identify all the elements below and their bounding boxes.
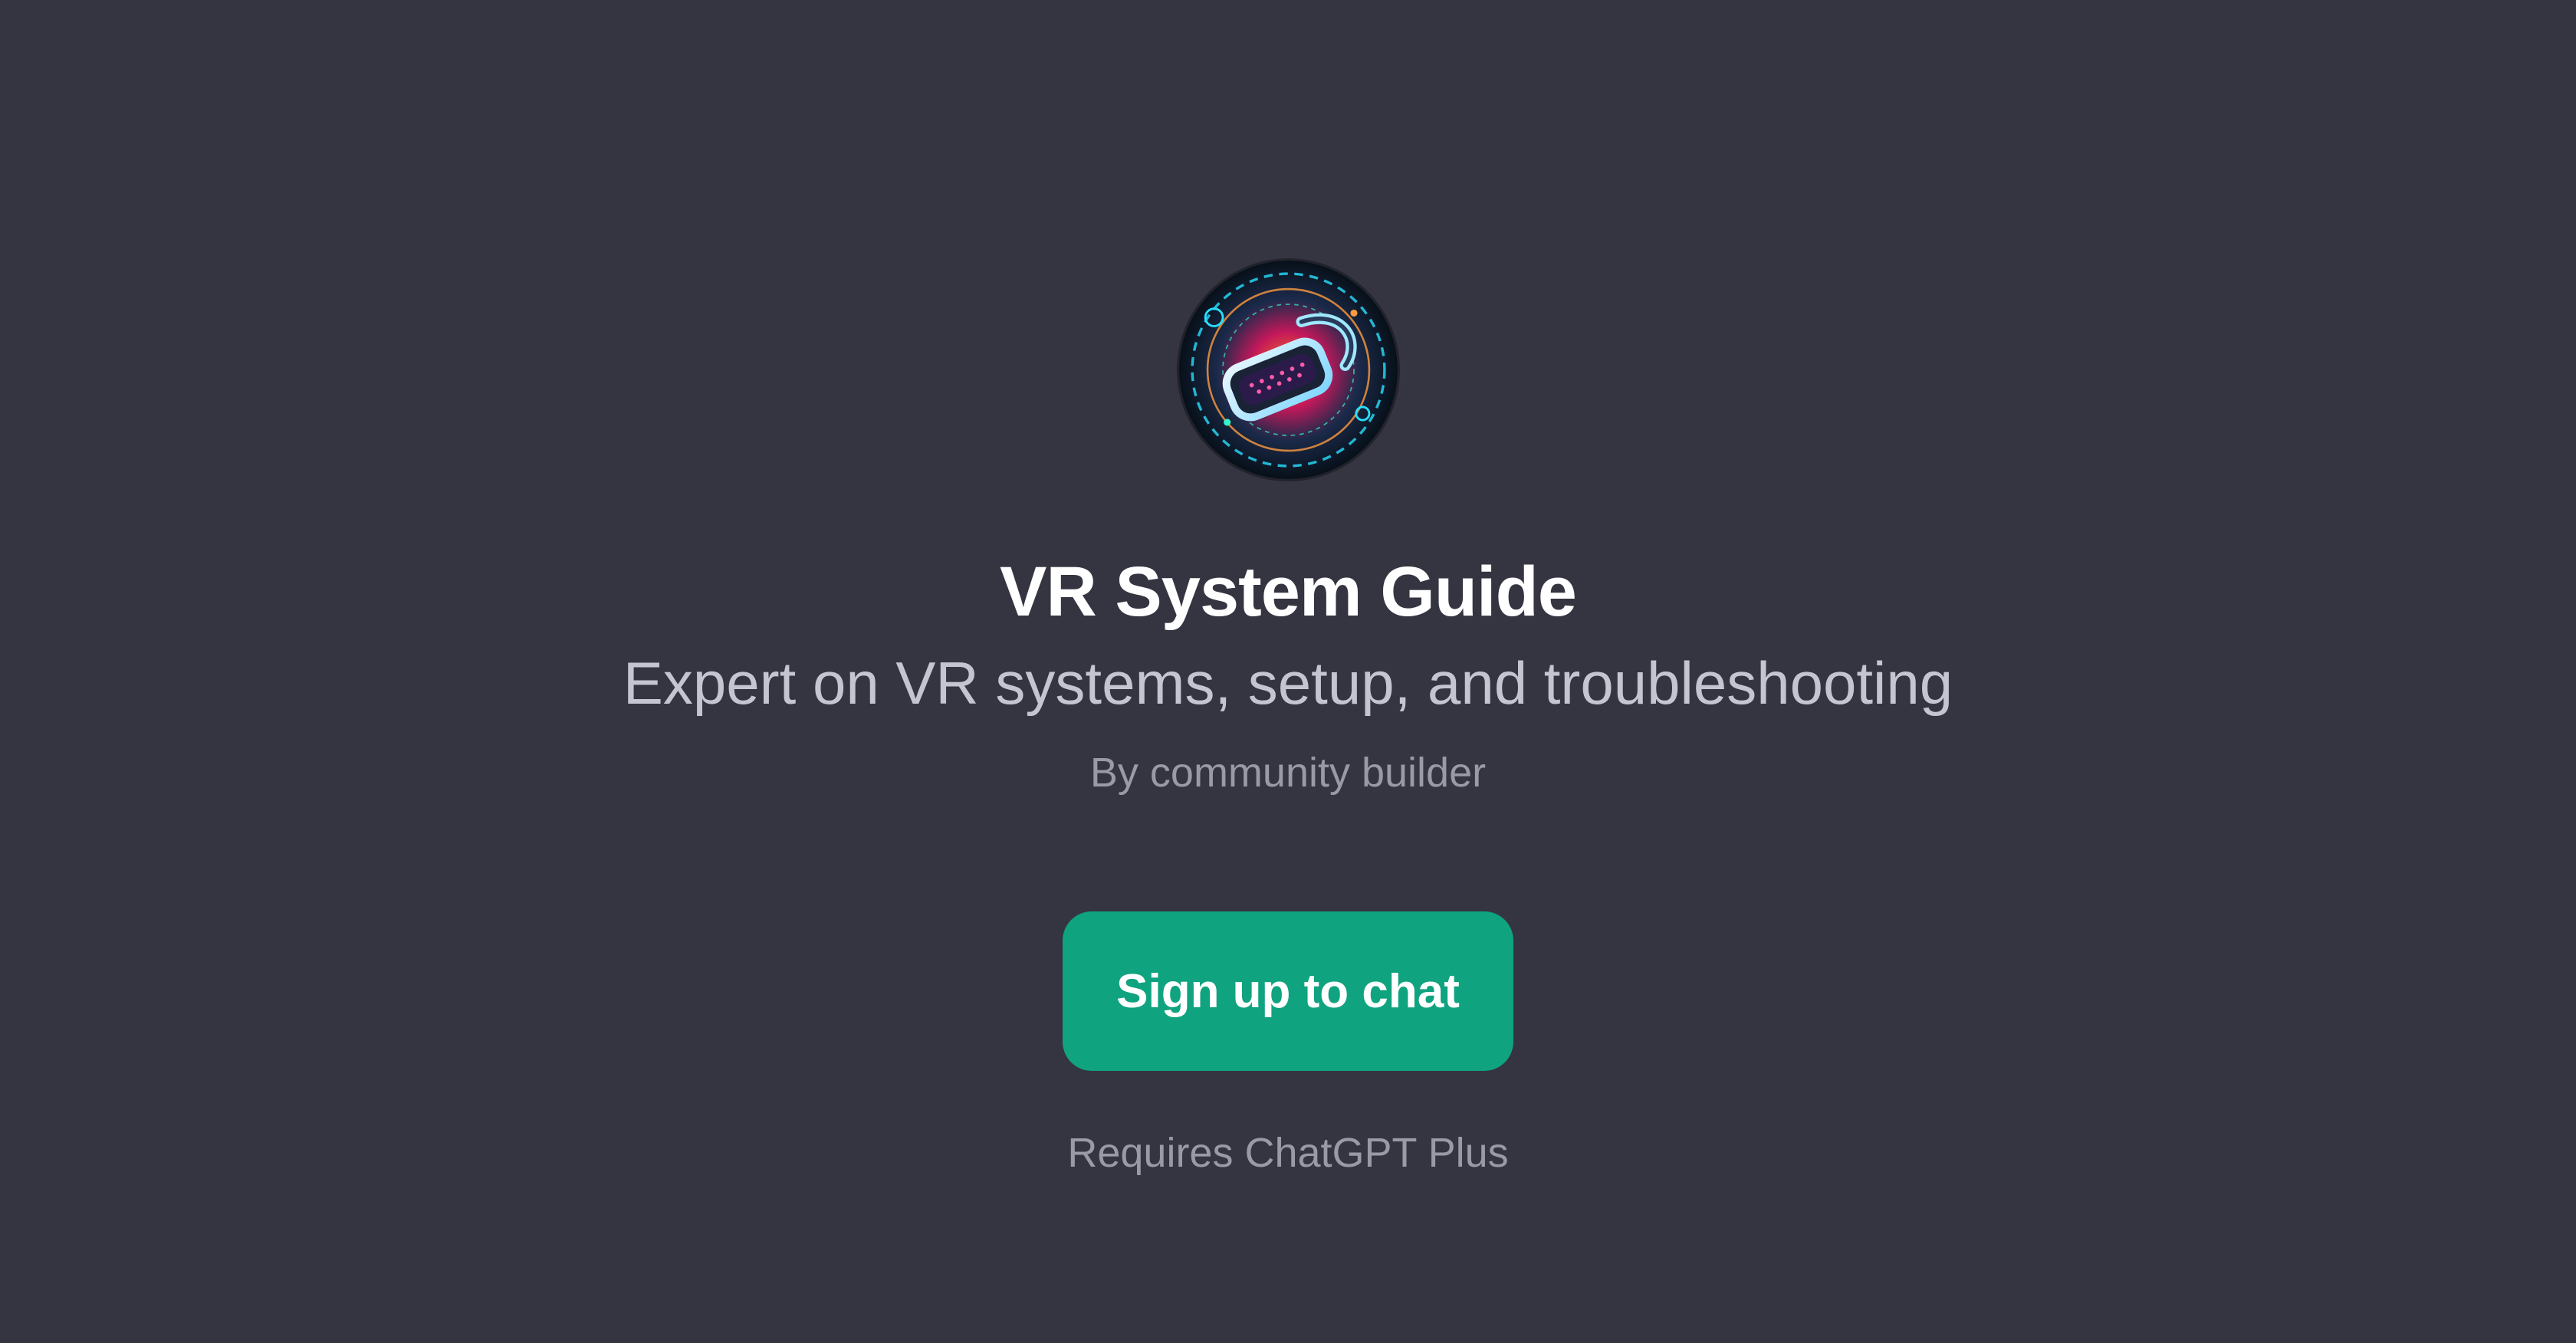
vr-headset-icon	[1179, 261, 1398, 479]
gpt-title: VR System Guide	[1000, 553, 1577, 631]
gpt-author: By community builder	[1089, 750, 1487, 796]
gpt-description: Expert on VR systems, setup, and trouble…	[623, 649, 1953, 717]
plan-requirement-note: Requires ChatGPT Plus	[1067, 1130, 1509, 1176]
gpt-landing-page: VR System Guide Expert on VR systems, se…	[0, 0, 2576, 1343]
sign-up-to-chat-button[interactable]: Sign up to chat	[1063, 911, 1513, 1071]
gpt-avatar	[1179, 261, 1398, 479]
